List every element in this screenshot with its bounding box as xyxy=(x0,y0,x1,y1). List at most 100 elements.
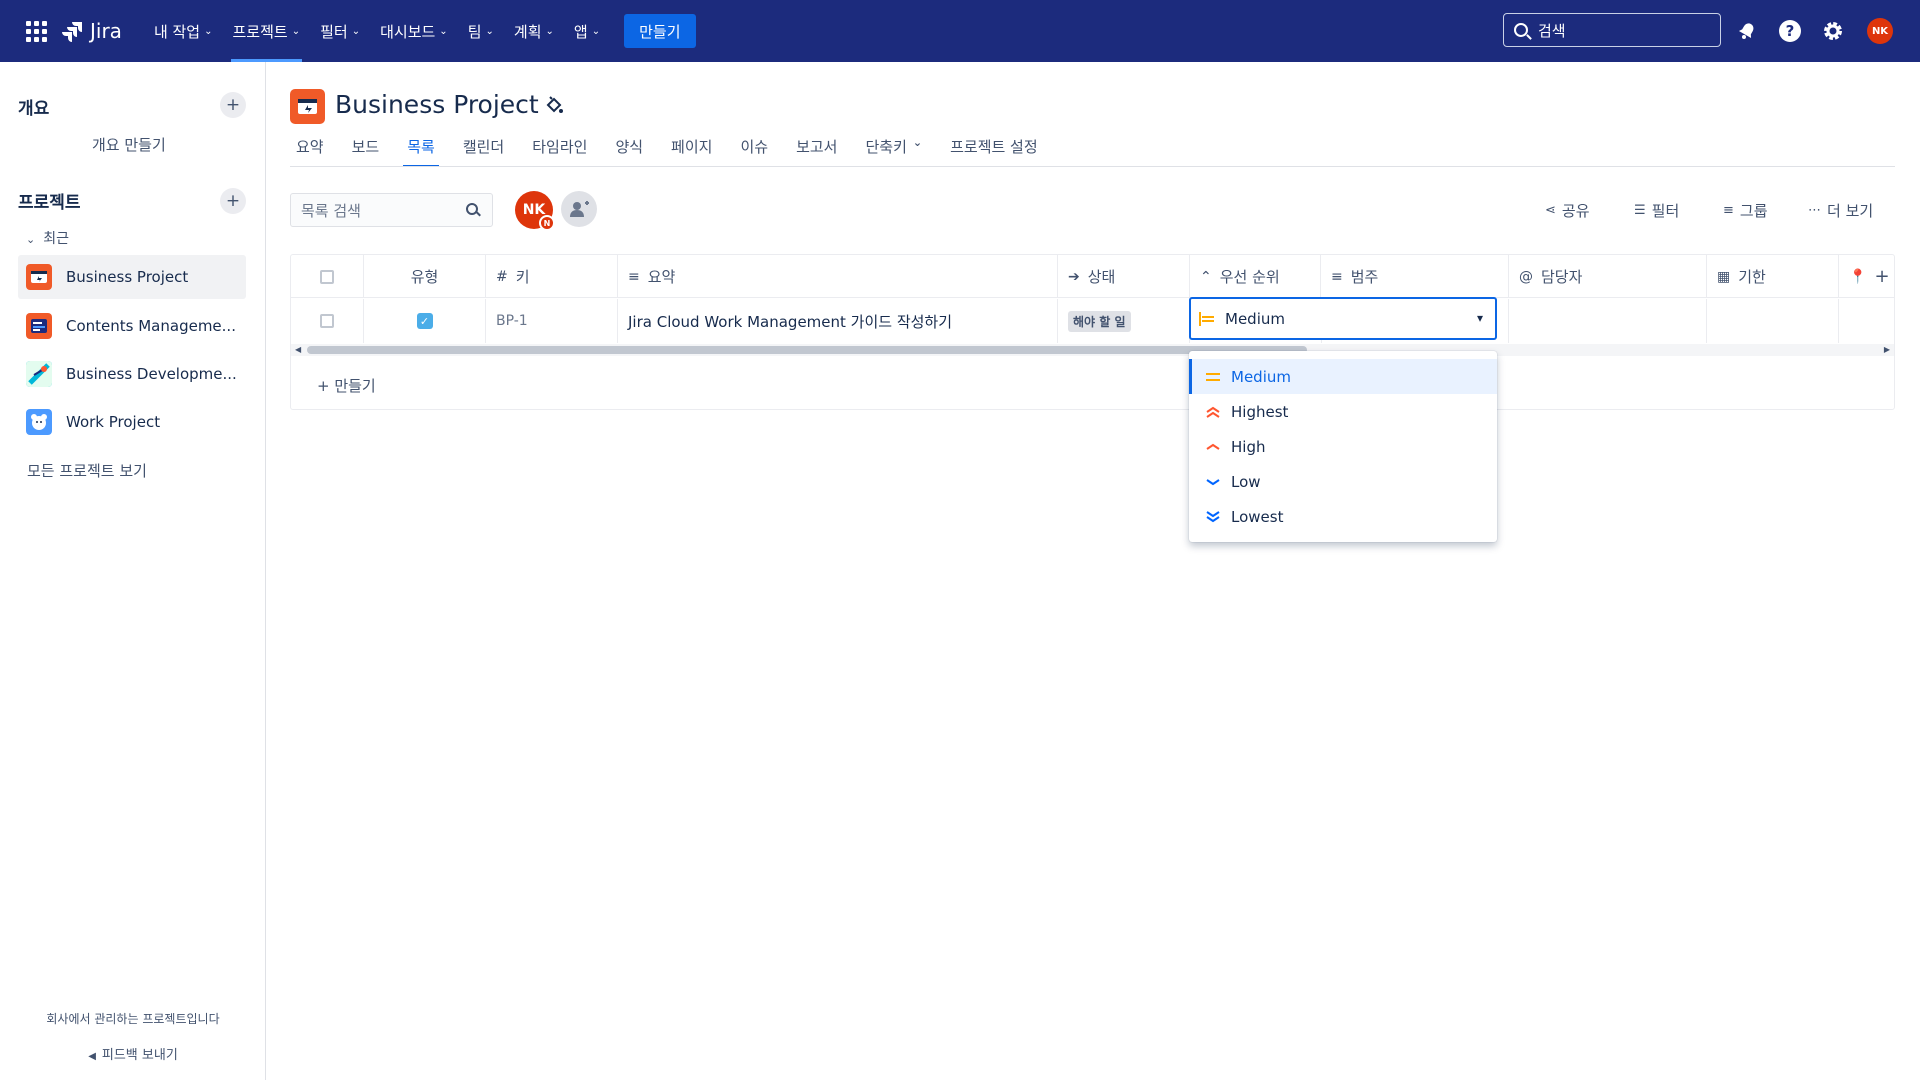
tab-list[interactable]: 목록 xyxy=(399,132,443,167)
row-checkbox[interactable] xyxy=(320,314,334,328)
tab-timeline[interactable]: 타임라인 xyxy=(524,132,595,167)
sidebar-project-work-project[interactable]: Work Project xyxy=(18,400,246,444)
chevron-down-icon: ⌄ xyxy=(351,25,361,37)
svg-text:?: ? xyxy=(1786,22,1795,40)
share-button[interactable]: ⋖ 공유 xyxy=(1545,200,1590,221)
create-issue-button[interactable]: + 만들기 xyxy=(317,375,376,396)
sidebar-project-business-project[interactable]: Business Project xyxy=(18,255,246,299)
nav-label: 대시보드 xyxy=(380,22,436,41)
contents-management-icon xyxy=(26,313,52,339)
key-cell[interactable]: BP-1 xyxy=(486,299,618,343)
tab-summary[interactable]: 요약 xyxy=(288,132,332,167)
nav-label: 내 작업 xyxy=(153,22,201,41)
status-cell[interactable]: 해야 할 일 xyxy=(1058,299,1190,343)
group-button[interactable]: ≡ 그룹 xyxy=(1723,200,1768,221)
send-feedback-link[interactable]: ◀ 피드백 보내기 xyxy=(0,1044,266,1063)
tab-project-settings[interactable]: 프로젝트 설정 xyxy=(942,132,1046,167)
help-icon[interactable]: ? xyxy=(1777,18,1803,44)
sidebar-project-contents-management[interactable]: Contents Manageme... xyxy=(18,304,246,348)
avatar-badge: N xyxy=(539,215,555,231)
column-label: 요약 xyxy=(647,268,676,286)
tab-calendar[interactable]: 캘린더 xyxy=(455,132,512,167)
column-header-summary[interactable]: ≡ 요약 xyxy=(618,255,1058,298)
member-avatar[interactable]: NK N xyxy=(515,191,555,231)
tab-label: 단축키 xyxy=(865,138,907,156)
tab-forms[interactable]: 양식 xyxy=(607,132,651,167)
nav-apps[interactable]: 앱 ⌄ xyxy=(564,0,610,62)
option-label: Medium xyxy=(1231,367,1291,386)
column-label: 상태 xyxy=(1087,268,1116,286)
column-header-assignee[interactable]: @ 담당자 xyxy=(1509,255,1707,298)
column-header-type[interactable]: 유형 xyxy=(364,255,486,298)
add-project-button[interactable]: + xyxy=(220,188,246,214)
priority-option-high[interactable]: High xyxy=(1189,429,1497,464)
column-header-priority[interactable]: ⌃ 우선 순위 xyxy=(1190,255,1321,298)
chevron-down-icon: ⌄ xyxy=(545,25,554,37)
create-overview-link[interactable]: 개요 만들기 xyxy=(92,134,166,155)
horizontal-scrollbar[interactable]: ◀ ▶ xyxy=(291,344,1894,356)
nav-dashboards[interactable]: 대시보드 ⌄ xyxy=(370,0,458,62)
priority-option-highest[interactable]: Highest xyxy=(1189,394,1497,429)
nav-my-work[interactable]: 내 작업 ⌄ xyxy=(144,0,223,62)
add-column-icon[interactable]: + xyxy=(1874,266,1889,287)
column-header-key[interactable]: # 키 xyxy=(486,255,618,298)
tab-board[interactable]: 보드 xyxy=(344,132,388,167)
task-type-icon: ✓ xyxy=(416,313,433,329)
column-label: 우선 순위 xyxy=(1219,268,1280,286)
project-avatar-icon xyxy=(290,89,325,124)
global-search-input[interactable]: 검색 xyxy=(1503,13,1721,47)
column-label: 유형 xyxy=(410,268,439,286)
chevron-down-icon[interactable]: ▾ xyxy=(1477,311,1483,325)
status-arrow-icon: ➔ xyxy=(1068,268,1080,285)
add-overview-button[interactable]: + xyxy=(220,92,246,118)
filter-button[interactable]: ☰ 필터 xyxy=(1634,200,1679,221)
recent-toggle[interactable]: ⌄ 최근 xyxy=(26,228,69,248)
scroll-right-icon[interactable]: ▶ xyxy=(1884,345,1890,354)
column-header-status[interactable]: ➔ 상태 xyxy=(1058,255,1190,298)
tab-reports[interactable]: 보고서 xyxy=(788,132,845,167)
nav-projects[interactable]: 프로젝트 ⌄ xyxy=(223,0,311,62)
priority-option-lowest[interactable]: Lowest xyxy=(1189,499,1497,534)
priority-option-low[interactable]: Low xyxy=(1189,464,1497,499)
add-people-button[interactable] xyxy=(561,191,597,227)
chevron-down-icon: ⌄ xyxy=(291,25,301,37)
type-cell[interactable]: ✓ xyxy=(364,299,486,343)
view-all-projects-link[interactable]: 모든 프로젝트 보기 xyxy=(27,460,147,481)
projects-heading: 프로젝트 xyxy=(18,193,81,213)
sidebar-project-business-development[interactable]: Business Developme... xyxy=(18,352,246,396)
pin-icon[interactable]: 📍 xyxy=(1849,269,1866,285)
nav-filters[interactable]: 필터 ⌄ xyxy=(310,0,370,62)
project-name: Work Project xyxy=(66,413,161,431)
list-search-input[interactable]: 목록 검색 xyxy=(290,193,493,227)
tab-shortcuts[interactable]: 단축키 ⌄ xyxy=(857,132,930,167)
column-label: 담당자 xyxy=(1541,268,1583,286)
create-button[interactable]: 만들기 xyxy=(624,14,696,48)
priority-select[interactable]: Medium ▾ xyxy=(1189,297,1497,340)
nav-teams[interactable]: 팀 ⌄ xyxy=(458,0,504,62)
tab-issues[interactable]: 이슈 xyxy=(732,132,776,167)
select-all-checkbox[interactable] xyxy=(320,269,334,284)
due-cell[interactable] xyxy=(1707,299,1839,343)
nav-label: 팀 xyxy=(467,22,482,41)
project-name: Business Project xyxy=(66,268,189,286)
user-avatar[interactable]: NK xyxy=(1867,18,1893,44)
notifications-icon[interactable] xyxy=(1734,18,1760,44)
column-header-category[interactable]: ≡ 범주 xyxy=(1321,255,1509,298)
tab-pages[interactable]: 페이지 xyxy=(663,132,720,167)
summary-cell[interactable]: Jira Cloud Work Management 가이드 작성하기 xyxy=(618,299,1058,343)
scroll-left-icon[interactable]: ◀ xyxy=(295,345,301,354)
settings-gear-icon[interactable] xyxy=(1820,18,1846,44)
nav-plans[interactable]: 계획 ⌄ xyxy=(504,0,564,62)
priority-medium-icon xyxy=(1199,311,1214,326)
priority-option-medium[interactable]: Medium xyxy=(1189,359,1497,394)
scrollbar-thumb[interactable] xyxy=(307,346,1307,354)
assignee-cell[interactable] xyxy=(1509,299,1707,343)
paint-bucket-icon[interactable] xyxy=(544,96,564,116)
column-header-due[interactable]: ▦ 기한 xyxy=(1707,255,1839,298)
more-button[interactable]: ⋯ 더 보기 xyxy=(1808,200,1873,221)
jira-logo[interactable]: Jira xyxy=(62,19,122,43)
table-row[interactable]: ✓ BP-1 Jira Cloud Work Management 가이드 작성… xyxy=(291,299,1894,343)
app-switcher-icon[interactable] xyxy=(22,17,50,45)
nav-label: 계획 xyxy=(513,22,542,41)
priority-current-value: Medium xyxy=(1225,309,1285,328)
